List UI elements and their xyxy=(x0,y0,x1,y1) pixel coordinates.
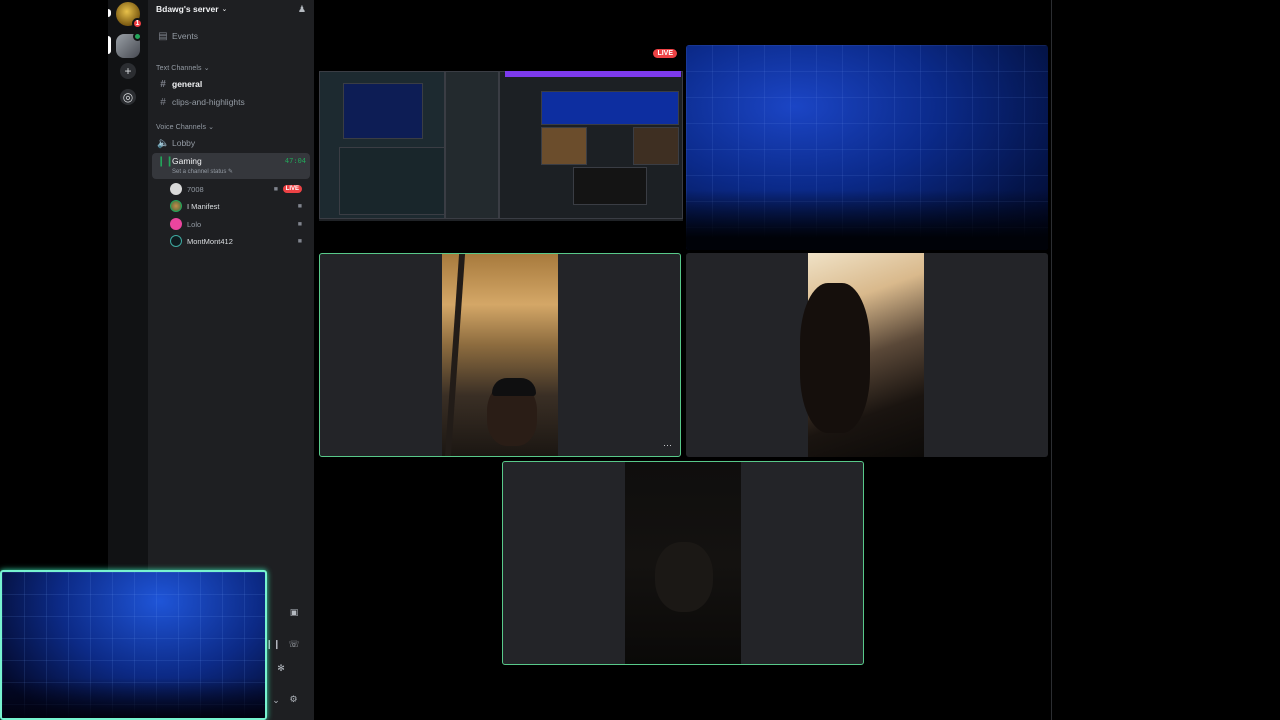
video-detail xyxy=(800,283,870,433)
channel-name: clips-and-highlights xyxy=(172,97,245,107)
self-video-preview[interactable] xyxy=(0,570,267,720)
stream-window xyxy=(343,83,423,139)
stream-feed xyxy=(319,71,683,221)
disconnect-icon[interactable]: ☏ xyxy=(288,638,300,650)
video-detail xyxy=(655,542,713,612)
calendar-icon: ▤ xyxy=(158,30,168,42)
chevron-down-icon: ⌄ xyxy=(208,124,215,131)
add-server-icon[interactable]: + xyxy=(120,63,136,79)
live-badge: LIVE xyxy=(653,49,677,58)
channel-name: general xyxy=(172,79,203,89)
activity-icon[interactable]: ✻ xyxy=(275,662,287,674)
mention-badge: 1 xyxy=(132,18,143,29)
call-timer: 47:04 xyxy=(284,157,306,165)
avatar xyxy=(170,200,182,212)
category-text-channels[interactable]: Text Channels ⌄ xyxy=(156,64,210,72)
category-voice-channels[interactable]: Voice Channels ⌄ xyxy=(156,123,214,131)
chevron-down-icon: ⌄ xyxy=(203,65,210,72)
stream-window xyxy=(633,127,679,165)
video-tile-speaking[interactable]: ··· xyxy=(319,253,681,457)
events-label: Events xyxy=(172,31,198,41)
video-shade xyxy=(2,678,265,718)
stream-window xyxy=(541,91,679,125)
video-detail xyxy=(444,254,466,456)
voice-user[interactable]: MontMont412 ■ xyxy=(170,233,306,249)
voice-user[interactable]: I Manifest ■ xyxy=(170,198,306,214)
voice-channel-lobby[interactable]: 🔈 Lobby xyxy=(152,135,310,151)
video-feed xyxy=(625,462,741,664)
channel-status-input[interactable]: Set a channel status ✎ xyxy=(172,168,233,175)
category-label: Voice Channels xyxy=(156,124,207,131)
channel-clips-and-highlights[interactable]: # clips-and-highlights xyxy=(152,94,310,110)
video-camera-icon: ■ xyxy=(297,220,302,228)
voice-user[interactable]: Lolo ■ xyxy=(170,216,306,232)
avatar xyxy=(170,183,182,195)
category-label: Text Channels xyxy=(156,65,202,72)
channel-general[interactable]: # general xyxy=(152,76,310,92)
stream-window xyxy=(505,71,681,77)
chevron-down-icon: ⌄ xyxy=(221,6,228,13)
speaker-active-icon: ❙❙ xyxy=(157,156,174,167)
hash-icon: # xyxy=(160,78,166,90)
more-options-icon[interactable]: ··· xyxy=(663,440,672,450)
user-name: 7008 xyxy=(187,184,204,194)
divider xyxy=(1051,0,1052,720)
video-camera-icon: ■ xyxy=(273,185,278,193)
events-row[interactable]: ▤ Events xyxy=(152,28,310,44)
user-name: MontMont412 xyxy=(187,236,233,246)
chevron-down-icon[interactable]: ⌄ xyxy=(271,694,281,706)
add-member-icon[interactable]: ♟ xyxy=(298,4,306,15)
user-name: Lolo xyxy=(187,219,202,229)
stream-window xyxy=(339,147,445,215)
discover-icon[interactable]: ◎ xyxy=(120,89,136,105)
video-tile[interactable] xyxy=(686,45,1048,250)
live-badge: LIVE xyxy=(282,185,302,193)
stream-window xyxy=(573,167,647,205)
video-tile[interactable] xyxy=(686,253,1048,457)
server-icon-2[interactable] xyxy=(116,32,142,58)
screen-share-icon[interactable]: ▣ xyxy=(288,606,300,618)
user-name: I Manifest xyxy=(187,201,220,211)
video-feed xyxy=(442,254,558,456)
server-header[interactable]: Bdawg's server ⌄ ♟ xyxy=(148,0,314,18)
hash-icon: # xyxy=(160,96,166,108)
pencil-icon: ✎ xyxy=(228,169,234,175)
video-camera-icon: ■ xyxy=(297,202,302,210)
avatar xyxy=(170,235,182,247)
video-tile-speaking[interactable] xyxy=(502,461,864,665)
avatar xyxy=(170,218,182,230)
speaker-icon: 🔈 xyxy=(157,137,170,149)
video-shade xyxy=(686,190,1048,250)
stream-window xyxy=(445,71,499,219)
soundboard-icon[interactable]: ❙❙ xyxy=(265,638,280,650)
server-icon-bdawg[interactable]: 1 xyxy=(116,2,143,29)
rail-indicator xyxy=(108,9,111,17)
video-camera-icon: ■ xyxy=(297,237,302,245)
stream-window xyxy=(541,127,587,165)
channel-name: Lobby xyxy=(172,138,196,148)
voice-channel-gaming[interactable]: ❙❙ Gaming 47:04 Set a channel status ✎ xyxy=(152,153,310,179)
video-feed xyxy=(800,253,924,457)
screen-share-tile[interactable]: LIVE xyxy=(319,45,683,250)
channel-name: Gaming xyxy=(172,156,202,166)
online-dot xyxy=(133,32,142,41)
rail-selected-indicator xyxy=(108,36,111,54)
voice-user[interactable]: 7008 ■ LIVE xyxy=(170,181,306,197)
video-detail xyxy=(492,378,536,396)
status-placeholder: Set a channel status xyxy=(172,169,227,175)
gear-icon[interactable]: ⚙ xyxy=(287,693,300,706)
server-name: Bdawg's server xyxy=(156,4,219,14)
